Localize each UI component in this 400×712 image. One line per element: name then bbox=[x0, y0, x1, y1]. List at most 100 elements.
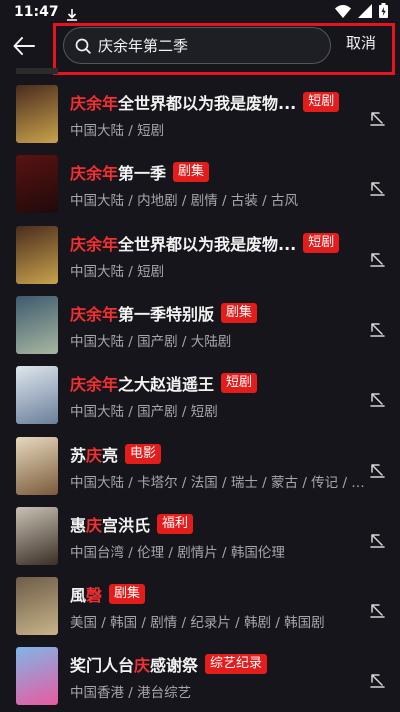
category-tag: 短剧 bbox=[303, 92, 340, 112]
result-title[interactable]: 奖门人台庆感谢祭 bbox=[70, 652, 198, 676]
title-highlight: 庆 bbox=[86, 515, 103, 535]
title-part: 全世界都以为我是废物... bbox=[118, 234, 297, 254]
back-arrow-icon bbox=[13, 37, 35, 55]
poster-thumbnail[interactable] bbox=[16, 647, 58, 706]
poster-thumbnail[interactable] bbox=[16, 366, 58, 425]
poster-thumbnail[interactable] bbox=[16, 577, 58, 636]
fill-search-arrow-icon[interactable] bbox=[366, 459, 388, 481]
cancel-button[interactable]: 取消 bbox=[346, 32, 376, 53]
battery-icon bbox=[379, 2, 388, 22]
result-meta: 中国大陆 / 国产剧 / 大陆剧 bbox=[70, 333, 232, 350]
result-title-line: 庆余年之大赵逍遥王 短剧 bbox=[70, 371, 258, 395]
result-row[interactable]: 庆余年第一季特别版 剧集中国大陆 / 国产剧 / 大陆剧 bbox=[0, 295, 400, 366]
category-tag: 剧集 bbox=[109, 584, 146, 605]
title-highlight: 磬 bbox=[86, 586, 103, 606]
fill-search-arrow-icon[interactable] bbox=[366, 107, 388, 129]
result-row[interactable]: 庆余年之大赵逍遥王 短剧 中国大陆 / 国产剧 / 短剧 bbox=[0, 366, 400, 436]
result-title-line: 奖门人台庆感谢祭 综艺纪录 bbox=[70, 652, 268, 676]
result-title-line: 苏庆亮 电影 bbox=[70, 442, 162, 466]
search-header: 取消 bbox=[0, 24, 400, 68]
result-meta: 中国大陆 / 内地剧 / 剧情 / 古装 / 古风 bbox=[70, 193, 299, 210]
fill-search-arrow-icon[interactable] bbox=[366, 529, 388, 551]
result-title-line: 庆余年第一季 剧集 bbox=[70, 160, 210, 184]
fill-search-arrow-icon[interactable] bbox=[366, 318, 388, 340]
poster-thumbnail[interactable] bbox=[16, 225, 58, 284]
title-part: 第一季特别版 bbox=[118, 304, 215, 324]
category-tag: 电影 bbox=[125, 443, 162, 464]
signal-icon bbox=[358, 3, 372, 22]
status-icons bbox=[335, 2, 388, 22]
status-bar: 11:47 bbox=[0, 0, 400, 24]
fill-search-arrow-icon[interactable] bbox=[366, 248, 388, 270]
result-meta: 中国大陆 / 短剧 bbox=[70, 263, 165, 280]
title-highlight: 庆余年 bbox=[70, 164, 119, 184]
category-tag: 短剧 bbox=[303, 232, 340, 253]
download-icon bbox=[66, 6, 77, 21]
title-part: 感谢祭 bbox=[150, 656, 199, 676]
result-row[interactable]: 庆余年第一季 剧集中国大陆 / 内地剧 / 剧情 / 古装 / 古风 bbox=[0, 155, 400, 225]
title-highlight: 庆余年 bbox=[70, 234, 119, 254]
result-row[interactable]: 庆余年全世界都以为我是废物... 短剧中国大陆 / 短剧 bbox=[0, 225, 400, 296]
title-part: 亮 bbox=[102, 445, 119, 465]
title-part: 苏 bbox=[70, 445, 87, 465]
result-row[interactable]: 苏庆亮 电影中国大陆 / 卡塔尔 / 法国 / 瑞士 / 蒙古 / 传记 / 剧情 bbox=[0, 436, 400, 507]
poster-thumbnail[interactable] bbox=[16, 85, 58, 143]
result-title[interactable]: 惠庆宫洪氏 bbox=[70, 512, 150, 536]
result-title[interactable]: 風磬 bbox=[70, 582, 102, 606]
title-part: 奖门人台 bbox=[70, 656, 135, 676]
category-tag: 短剧 bbox=[221, 373, 258, 394]
category-tag: 福利 bbox=[157, 513, 194, 534]
title-part: 風 bbox=[70, 586, 87, 606]
result-title-line: 庆余年全世界都以为我是废物... 短剧 bbox=[70, 90, 340, 114]
title-part: 第一季 bbox=[118, 164, 167, 184]
poster-thumbnail[interactable] bbox=[16, 436, 58, 495]
search-box[interactable] bbox=[63, 27, 331, 64]
result-title-line: 庆余年全世界都以为我是废物... 短剧 bbox=[70, 231, 340, 255]
result-title-line: 風磬 剧集 bbox=[70, 582, 146, 606]
title-part: 宫洪氏 bbox=[102, 515, 151, 535]
fill-search-arrow-icon[interactable] bbox=[366, 177, 388, 199]
result-title[interactable]: 庆余年之大赵逍遥王 bbox=[70, 371, 214, 395]
category-tag: 剧集 bbox=[221, 302, 258, 323]
result-meta: 中国大陆 / 短剧 bbox=[70, 123, 165, 139]
title-highlight: 庆 bbox=[134, 656, 151, 676]
result-title[interactable]: 庆余年全世界都以为我是废物... bbox=[70, 90, 296, 114]
result-row[interactable]: 惠庆宫洪氏 福利中国台湾 / 伦理 / 剧情片 / 韩国伦理 bbox=[0, 506, 400, 577]
title-highlight: 庆余年 bbox=[70, 375, 119, 395]
search-icon bbox=[74, 37, 92, 55]
result-meta: 美国 / 韩国 / 剧情 / 纪录片 / 韩剧 / 韩国剧 bbox=[70, 615, 325, 632]
search-input[interactable] bbox=[98, 36, 330, 55]
result-meta: 中国香港 / 港台综艺 bbox=[70, 685, 192, 702]
title-highlight: 庆余年 bbox=[70, 304, 119, 324]
category-tag: 综艺纪录 bbox=[205, 654, 268, 675]
poster-thumbnail[interactable] bbox=[16, 506, 58, 565]
results-list: 庆余年全世界都以为我是废物... 短剧 中国大陆 / 短剧 庆余年第一季 剧集 中国大陆 … bbox=[0, 68, 400, 712]
title-part: 之大赵逍遥王 bbox=[118, 375, 215, 395]
poster-thumbnail[interactable] bbox=[16, 155, 58, 214]
result-meta: 中国大陆 / 国产剧 / 短剧 bbox=[70, 404, 218, 421]
result-row[interactable]: 奖门人台庆感谢祭 综艺纪录 中国香港 / 港台综艺 bbox=[0, 647, 400, 712]
result-title[interactable]: 庆余年全世界都以为我是废物... bbox=[70, 231, 296, 255]
poster-thumbnail[interactable] bbox=[16, 295, 58, 354]
partial-poster bbox=[16, 68, 58, 74]
fill-search-arrow-icon[interactable] bbox=[366, 388, 388, 410]
title-part: 惠 bbox=[70, 515, 87, 535]
status-time: 11:47 bbox=[14, 4, 59, 20]
result-title-line: 庆余年第一季特别版 剧集 bbox=[70, 301, 258, 325]
title-part: 全世界都以为我是废物... bbox=[118, 94, 297, 113]
title-highlight: 庆 bbox=[86, 445, 103, 465]
fill-search-arrow-icon[interactable] bbox=[366, 599, 388, 621]
result-title-line: 惠庆宫洪氏 福利 bbox=[70, 512, 194, 536]
back-button[interactable] bbox=[8, 28, 40, 64]
category-tag: 剧集 bbox=[173, 162, 210, 183]
result-row[interactable]: 風磬 剧集美国 / 韩国 / 剧情 / 纪录片 / 韩剧 / 韩国剧 bbox=[0, 577, 400, 647]
result-meta: 中国台湾 / 伦理 / 剧情片 / 韩国伦理 bbox=[70, 544, 285, 561]
result-title[interactable]: 庆余年第一季特别版 bbox=[70, 301, 214, 325]
fill-search-arrow-icon[interactable] bbox=[366, 669, 388, 691]
result-row[interactable]: 庆余年全世界都以为我是废物... 短剧中国大陆 / 短剧 bbox=[0, 85, 400, 155]
wifi-icon bbox=[335, 3, 351, 22]
result-title[interactable]: 庆余年第一季 bbox=[70, 160, 166, 184]
result-title[interactable]: 苏庆亮 bbox=[70, 442, 118, 466]
result-meta: 中国大陆 / 卡塔尔 / 法国 / 瑞士 / 蒙古 / 传记 / 剧情 bbox=[70, 474, 370, 491]
title-highlight: 庆余年 bbox=[70, 94, 119, 113]
